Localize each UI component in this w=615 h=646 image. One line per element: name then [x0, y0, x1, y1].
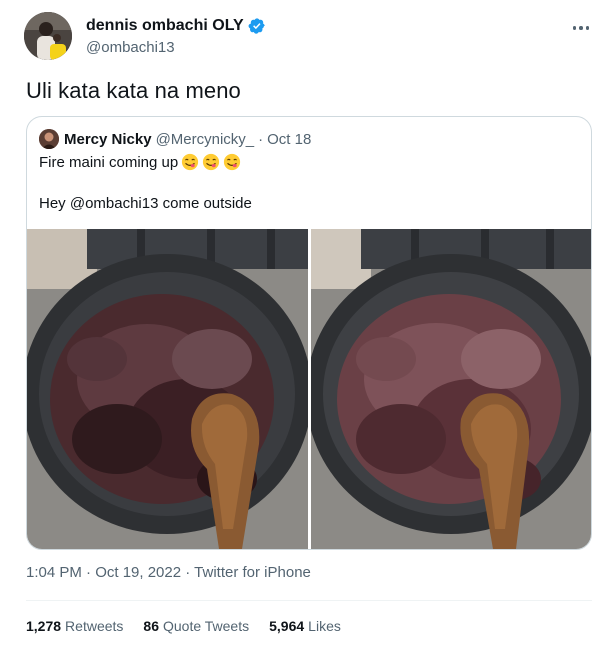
retweets-stat[interactable]: 1,278 Retweets	[26, 618, 123, 634]
quoted-author-handle: @Mercynicky_	[155, 130, 255, 148]
tweet-header: dennis ombachi OLY @ombachi13	[24, 12, 599, 62]
tweet-timestamp[interactable]: 1:04 PM · Oct 19, 2022 ·	[26, 564, 194, 581]
display-name-row: dennis ombachi OLY	[86, 15, 266, 37]
face-savoring-food-emoji-icon	[202, 153, 220, 171]
quoted-photos	[27, 229, 591, 549]
quoted-author-name: Mercy Nicky	[64, 130, 152, 148]
tweet-metadata: 1:04 PM · Oct 19, 2022 · Twitter for iPh…	[26, 564, 311, 581]
more-horizontal-icon	[572, 26, 577, 30]
quoted-date: Oct 18	[267, 130, 312, 148]
quoted-tweet-header: Mercy Nicky @Mercynicky_ · Oct 18	[39, 129, 311, 149]
engagement-stats: 1,278 Retweets 86 Quote Tweets 5,964 Likes	[26, 618, 361, 634]
quoted-tweet[interactable]: Mercy Nicky @Mercynicky_ · Oct 18 Fire m…	[26, 116, 592, 550]
author-display-name[interactable]: dennis ombachi OLY	[86, 17, 244, 35]
quoted-author-avatar	[39, 129, 59, 149]
likes-count: 5,964	[269, 618, 305, 634]
divider	[26, 600, 592, 601]
tweet-text: Uli kata kata na meno	[26, 78, 241, 103]
photo-1[interactable]	[27, 229, 308, 549]
more-dot	[585, 26, 590, 30]
retweets-count: 1,278	[26, 618, 62, 634]
quote-tweets-count: 86	[143, 618, 159, 634]
face-savoring-food-emoji-icon	[223, 153, 241, 171]
likes-stat[interactable]: 5,964 Likes	[269, 618, 341, 634]
quoted-text: Fire maini coming up	[39, 153, 179, 171]
more-options-button[interactable]	[569, 18, 593, 38]
retweets-label: Retweets	[65, 618, 124, 634]
author-handle[interactable]: @ombachi13	[86, 39, 266, 56]
quote-tweets-label: Quote Tweets	[162, 618, 250, 634]
quote-tweets-stat[interactable]: 86 Quote Tweets	[143, 618, 249, 634]
quoted-text-line: Fire maini coming up	[39, 153, 241, 171]
quoted-text-mention-line: Hey @ombachi13 come outside	[39, 195, 252, 212]
photo-2[interactable]	[311, 229, 591, 549]
more-dot	[579, 26, 583, 30]
tweet-detail: dennis ombachi OLY @ombachi13 Uli kata k…	[0, 0, 615, 646]
likes-label: Likes	[308, 618, 341, 634]
author-info: dennis ombachi OLY @ombachi13	[86, 15, 266, 56]
face-savoring-food-emoji-icon	[181, 153, 199, 171]
verified-badge-icon	[248, 17, 266, 35]
quoted-separator: ·	[258, 130, 264, 148]
author-avatar[interactable]	[24, 12, 72, 60]
tweet-source[interactable]: Twitter for iPhone	[194, 564, 311, 581]
